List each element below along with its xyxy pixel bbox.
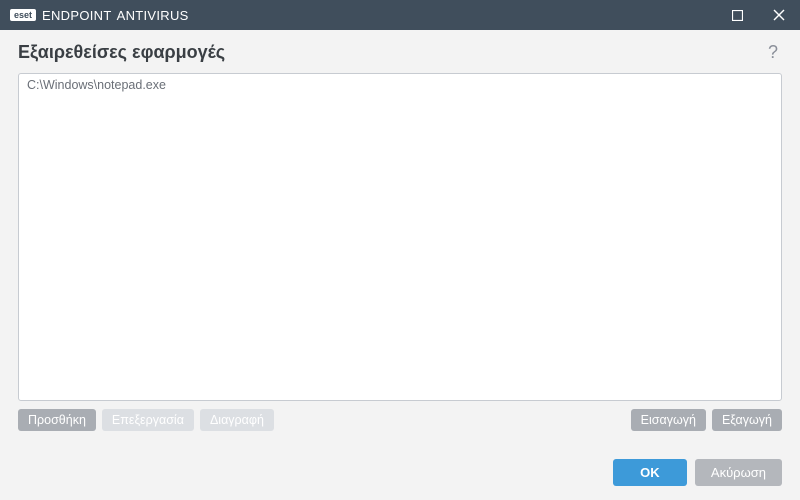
maximize-button[interactable] [716,0,758,30]
brand-antivirus: ANTIVIRUS [117,8,189,23]
help-icon[interactable]: ? [764,40,782,65]
list-item-path: C:\Windows\notepad.exe [27,78,166,92]
brand-endpoint: ENDPOINT [42,8,112,23]
edit-button: Επεξεργασία [102,409,194,431]
close-button[interactable] [758,0,800,30]
ok-button[interactable]: OK [613,459,687,486]
exclusions-list[interactable]: C:\Windows\notepad.exe [18,73,782,401]
page-title: Εξαιρεθείσες εφαρμογές [18,42,764,63]
app-window: eset ENDPOINT ANTIVIRUS Εξαιρεθείσες εφα… [0,0,800,500]
dialog-footer: OK Ακύρωση [0,431,800,500]
dialog-header: Εξαιρεθείσες εφαρμογές ? [0,30,800,73]
import-button[interactable]: Εισαγωγή [631,409,706,431]
close-icon [773,9,785,21]
add-button[interactable]: Προσθήκη [18,409,96,431]
cancel-button[interactable]: Ακύρωση [695,459,782,486]
list-item[interactable]: C:\Windows\notepad.exe [19,74,781,97]
export-button[interactable]: Εξαγωγή [712,409,782,431]
brand-badge: eset [10,9,36,21]
maximize-icon [732,10,743,21]
titlebar: eset ENDPOINT ANTIVIRUS [0,0,800,30]
list-toolbar: Προσθήκη Επεξεργασία Διαγραφή Εισαγωγή Ε… [0,401,800,431]
delete-button: Διαγραφή [200,409,274,431]
